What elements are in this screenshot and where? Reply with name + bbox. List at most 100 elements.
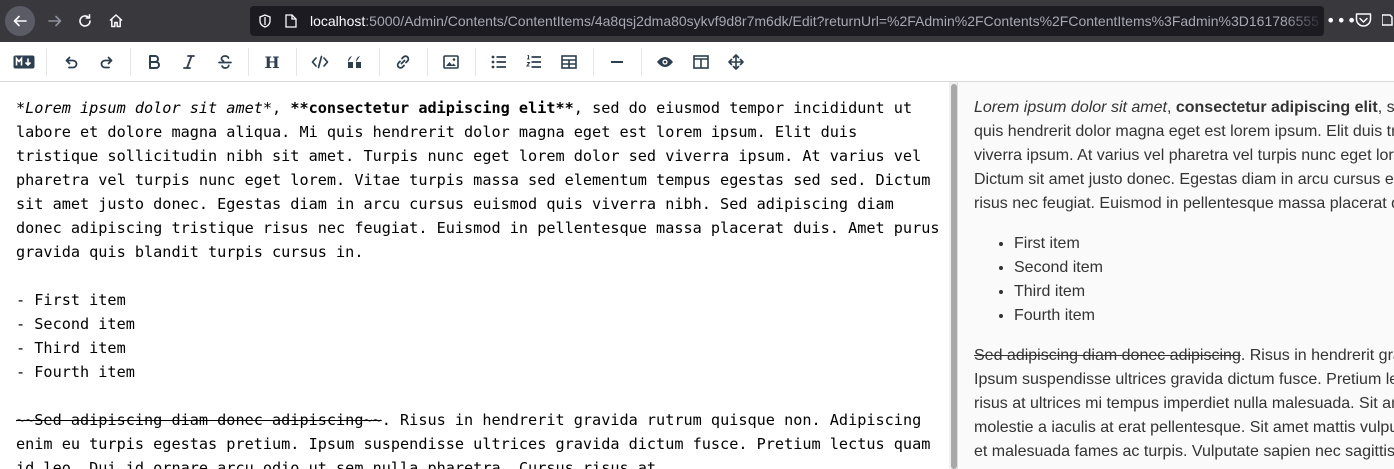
quote-icon — [348, 56, 361, 68]
preview-paragraph-1-line: viverra ipsum. At varius vel pharetra ve… — [974, 147, 1394, 164]
bold-button[interactable] — [142, 50, 166, 74]
editor-list-item: - Third item — [16, 339, 126, 357]
toolbar-separator — [130, 48, 131, 76]
columns-icon — [693, 55, 709, 69]
preview-paragraph-2-line: et malesuada fames ac turpis. Vulputate … — [974, 443, 1394, 460]
extensions-icon[interactable] — [1382, 12, 1394, 28]
preview-paragraph-2: Sed adipiscing diam donec adipiscing. Ri… — [974, 344, 1394, 464]
preview-paragraph-2-line: risus at ultrices mi tempus imperdiet nu… — [974, 395, 1394, 412]
preview-list-item: First item — [1014, 232, 1394, 256]
toolbar-separator — [296, 48, 297, 76]
url-bar[interactable]: localhost:5000/Admin/Contents/ContentIte… — [250, 6, 1324, 36]
side-by-side-button[interactable] — [689, 50, 713, 74]
horizontal-rule-icon — [611, 61, 623, 63]
url-fade — [1284, 6, 1324, 36]
toolbar-separator — [379, 48, 380, 76]
preview-content: Lorem ipsum dolor sit amet, consectetur … — [974, 96, 1394, 469]
editor-italic-text: *Lorem ipsum dolor sit amet* — [16, 99, 273, 117]
preview-paragraph-2-line: molestie a iaculis at erat pellentesque.… — [974, 419, 1394, 436]
arrow-right-icon — [48, 15, 62, 27]
preview-paragraph-1: Lorem ipsum dolor sit amet, consectetur … — [974, 96, 1394, 216]
preview-paragraph-1-line: , sed do eiusmod tempor incididunt ut la… — [1377, 99, 1394, 116]
preview-italic-text: Lorem ipsum dolor sit amet — [974, 99, 1167, 116]
fullscreen-button[interactable] — [724, 50, 748, 74]
eye-icon — [657, 57, 673, 67]
preview-pane: Lorem ipsum dolor sit amet, consectetur … — [959, 82, 1394, 469]
editor-bold-text: **consectetur adipiscing elit** — [290, 99, 574, 117]
url-path: :5000/Admin/Contents/ContentItems/4a8qsj… — [365, 13, 1319, 29]
preview-paragraph-2-line: Ipsum suspendisse ultrices gravida dictu… — [974, 371, 1394, 388]
strikethrough-icon — [218, 55, 232, 69]
arrow-left-icon — [13, 15, 27, 27]
italic-icon — [183, 55, 195, 69]
back-button[interactable] — [5, 6, 35, 36]
markdown-icon — [13, 55, 35, 69]
redo-icon — [100, 56, 113, 69]
toolbar-separator — [593, 48, 594, 76]
image-button[interactable] — [439, 50, 463, 74]
table-button[interactable] — [557, 50, 581, 74]
pocket-icon[interactable] — [1355, 12, 1372, 28]
preview-strikethrough-text: Sed adipiscing diam donec adipiscing — [974, 347, 1241, 364]
url-host: localhost — [310, 13, 366, 29]
preview-paragraph-2-line: . Risus in hendrerit gravida rutrum quis… — [1240, 347, 1394, 364]
editor-separator-text: , — [272, 99, 291, 117]
preview-bold-text: consectetur adipiscing elit — [1175, 99, 1378, 116]
redo-button[interactable] — [95, 50, 119, 74]
undo-icon — [65, 56, 78, 69]
code-button[interactable] — [308, 50, 332, 74]
more-actions-button[interactable]: ••• — [1326, 11, 1357, 31]
preview-list: First item Second item Third item Fourth… — [974, 232, 1394, 328]
preview-list-item: Second item — [1014, 256, 1394, 280]
markdown-logo-button[interactable] — [11, 50, 37, 74]
toolbar-separator — [46, 48, 47, 76]
italic-button[interactable] — [177, 50, 201, 74]
url-text: localhost:5000/Admin/Contents/ContentIte… — [310, 6, 1319, 36]
image-icon — [443, 55, 459, 69]
strikethrough-button[interactable] — [213, 50, 237, 74]
link-icon — [396, 55, 410, 69]
link-button[interactable] — [391, 50, 415, 74]
toolbar-separator — [641, 48, 642, 76]
preview-list-item: Third item — [1014, 280, 1394, 304]
ordered-list-button[interactable] — [522, 50, 546, 74]
undo-button[interactable] — [59, 50, 83, 74]
editor-toolbar: H — [0, 42, 1394, 82]
editor-list-item: - Fourth item — [16, 363, 135, 381]
heading-icon: H — [264, 52, 280, 72]
editor-list-item: - Second item — [16, 315, 135, 333]
heading-button[interactable]: H — [260, 50, 284, 74]
editor-strikethrough-text: ~~Sed adipiscing diam donec adipiscing~~ — [16, 411, 382, 429]
page-info-icon[interactable] — [285, 14, 297, 28]
home-button[interactable] — [101, 6, 131, 36]
preview-paragraph-1-line: risus nec feugiat. Euismod in pellentesq… — [974, 195, 1394, 212]
preview-separator-text: , — [1166, 99, 1176, 116]
preview-paragraph-1-line: Dictum sit amet justo donec. Egestas dia… — [974, 171, 1394, 188]
bullet-list-icon — [491, 55, 506, 69]
quote-button[interactable] — [343, 50, 367, 74]
browser-toolbar: localhost:5000/Admin/Contents/ContentIte… — [0, 0, 1394, 42]
tracking-shield-icon[interactable] — [258, 14, 272, 28]
bold-icon — [149, 55, 160, 69]
unordered-list-button[interactable] — [487, 50, 511, 74]
code-icon — [311, 55, 329, 69]
editor-content[interactable]: *Lorem ipsum dolor sit amet*, **consecte… — [16, 96, 946, 469]
table-icon — [561, 55, 577, 69]
horizontal-rule-button[interactable] — [605, 50, 629, 74]
preview-paragraph-1-line: quis hendrerit dolor magna eget est lore… — [974, 123, 1394, 140]
reload-icon — [79, 14, 91, 27]
editor-paragraph-1: , sed do eiusmod tempor incididunt ut la… — [16, 99, 949, 261]
home-icon — [109, 14, 123, 28]
toolbar-separator — [248, 48, 249, 76]
forward-button[interactable] — [40, 6, 70, 36]
numbered-list-icon — [526, 54, 541, 68]
toolbar-separator — [475, 48, 476, 76]
reload-button[interactable] — [70, 6, 100, 36]
preview-list-item: Fourth item — [1014, 304, 1394, 328]
arrows-move-icon — [728, 54, 744, 70]
markdown-editor[interactable]: *Lorem ipsum dolor sit amet*, **consecte… — [0, 82, 958, 469]
preview-button[interactable] — [653, 50, 677, 74]
editor-list-item: - First item — [16, 291, 126, 309]
toolbar-separator — [427, 48, 428, 76]
editor-scrollbar-thumb[interactable] — [951, 84, 957, 469]
